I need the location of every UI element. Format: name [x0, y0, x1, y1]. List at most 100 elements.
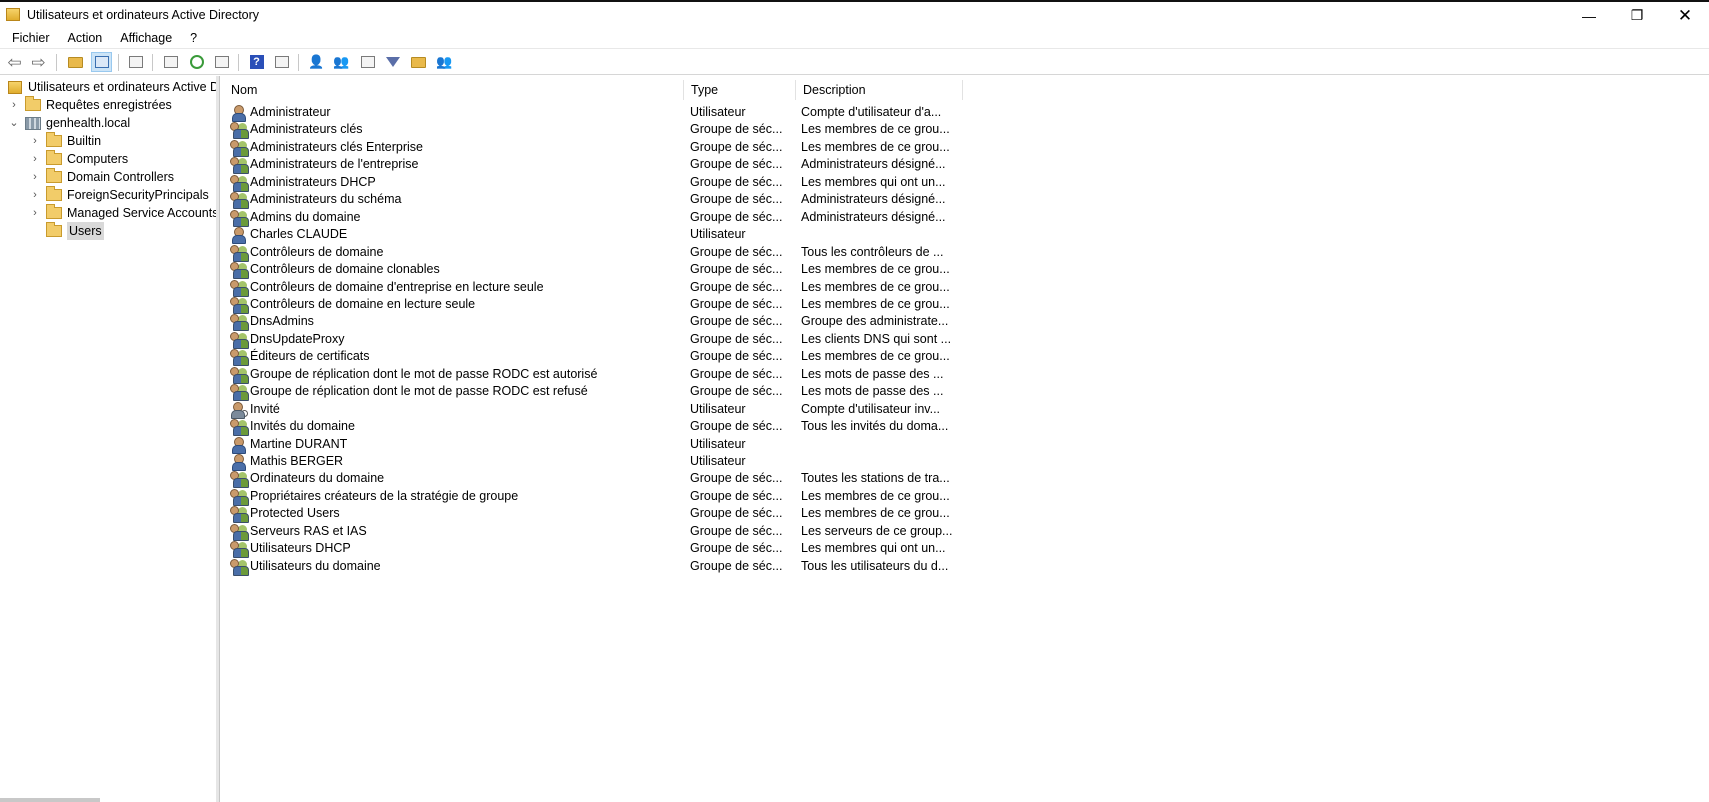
tree-item-label: Domain Controllers [67, 170, 174, 184]
column-header-description[interactable]: Description [796, 80, 963, 100]
list-row[interactable]: Groupe de réplication dont le mot de pas… [230, 365, 970, 384]
tree-root[interactable]: Utilisateurs et ordinateurs Active Direc… [8, 78, 219, 96]
list-row[interactable]: Invités du domaine Groupe de séc... Tous l… [230, 417, 970, 437]
restore-button[interactable]: ❐ [1614, 2, 1660, 29]
group-icon [230, 192, 249, 210]
toolbar-separator [238, 54, 239, 71]
menu-fichier[interactable]: Fichier [6, 29, 56, 48]
chevron-right-icon[interactable]: › [29, 186, 41, 204]
arrow-right-icon: ⇨ [31, 52, 46, 72]
list-row-type: Groupe de séc... [690, 523, 783, 538]
show-hide-tree-button[interactable] [91, 52, 112, 72]
menu-action[interactable]: Action [62, 29, 109, 48]
list-row-description: Les mots de passe des ... [801, 384, 944, 399]
list-row[interactable]: DnsAdmins Groupe de séc... Groupe des admi… [230, 312, 970, 332]
tree-item[interactable]: ⌄ genhealth.local [8, 114, 130, 132]
clipboard-button[interactable] [125, 52, 146, 72]
user-icon [230, 436, 248, 454]
add-to-group-button[interactable]: 👥 [434, 52, 455, 72]
toolbar-separator [118, 54, 119, 71]
column-header-type[interactable]: Type [684, 80, 796, 100]
properties-icon [163, 56, 178, 68]
properties-button[interactable] [160, 52, 181, 72]
list-row[interactable]: Serveurs RAS et IAS Groupe de séc... Les s… [230, 522, 970, 541]
help-button[interactable]: ? [246, 52, 267, 72]
filter-button[interactable] [382, 52, 403, 72]
list-row[interactable]: Administrateurs clés Groupe de séc... Les … [230, 120, 970, 140]
tree-item[interactable]: › Requêtes enregistrées [8, 96, 172, 114]
export-list-button[interactable] [211, 52, 232, 72]
list-row[interactable]: Mathis BERGER Utilisateur [230, 452, 970, 471]
list-row[interactable]: Charles CLAUDE Utilisateur [230, 225, 970, 245]
list-row[interactable]: Éditeurs de certificats Groupe de séc... L… [230, 347, 970, 367]
menu-affichage[interactable]: Affichage [114, 29, 178, 48]
new-ou-button[interactable] [357, 52, 378, 72]
list-row[interactable]: Utilisateurs DHCP Groupe de séc... Les mem… [230, 539, 970, 559]
tree-item[interactable]: › Builtin [29, 132, 101, 150]
list-row[interactable]: Administrateurs DHCP Groupe de séc... Les … [230, 173, 970, 192]
list-row[interactable]: Utilisateurs du domaine Groupe de séc... T… [230, 557, 970, 576]
list-row[interactable]: Admins du domaine Groupe de séc... Adminis… [230, 208, 970, 227]
list-row[interactable]: Propriétaires créateurs de la stratégie … [230, 487, 970, 506]
list-row[interactable]: Contrôleurs de domaine Groupe de séc... To… [230, 243, 970, 262]
group-icon [230, 488, 249, 506]
list-row[interactable]: Contrôleurs de domaine en lecture seule G… [230, 295, 970, 314]
list-row[interactable]: Contrôleurs de domaine d'entreprise en l… [230, 278, 970, 297]
list-row-description: Les membres de ce grou... [801, 296, 950, 311]
list-row[interactable]: Groupe de réplication dont le mot de pas… [230, 382, 970, 402]
forward-button[interactable]: ⇨ [28, 52, 49, 72]
list-row[interactable]: Invité Utilisateur Compte d'utilisateur in… [230, 400, 970, 419]
back-button[interactable]: ⇦ [4, 52, 25, 72]
list-row[interactable]: Administrateur Utilisateur Compte d'utilis… [230, 103, 970, 122]
list-row-type: Groupe de séc... [690, 366, 783, 381]
list-row-name: Admins du domaine [250, 209, 361, 224]
new-user-icon: 👤 [308, 54, 325, 69]
chevron-right-icon[interactable]: › [29, 150, 41, 168]
list-row-name: Contrôleurs de domaine [250, 244, 384, 259]
new-group-button[interactable]: 👥 [331, 52, 352, 72]
chevron-down-icon[interactable]: ⌄ [8, 114, 20, 132]
new-user-button[interactable]: 👤 [306, 52, 327, 72]
list-row[interactable]: Administrateurs clés Enterprise Groupe de… [230, 138, 970, 157]
list-row[interactable]: Ordinateurs du domaine Groupe de séc... To… [230, 469, 970, 489]
list-row[interactable]: Contrôleurs de domaine clonables Groupe d… [230, 260, 970, 280]
tree-item[interactable]: › Domain Controllers [29, 168, 174, 186]
action-pane-button[interactable] [271, 52, 292, 72]
chevron-right-icon[interactable]: › [29, 168, 41, 186]
arrow-left-icon: ⇦ [7, 52, 22, 72]
list-row-description: Les serveurs de ce group... [801, 523, 953, 538]
list-row-description: Les membres de ce grou... [801, 349, 950, 364]
list-row[interactable]: Administrateurs de l'entreprise Groupe de… [230, 155, 970, 175]
chevron-right-icon[interactable]: › [29, 204, 41, 222]
list-row[interactable]: Protected Users Groupe de séc... Les membr… [230, 504, 970, 524]
find-icon [411, 56, 426, 68]
find-button[interactable] [408, 52, 429, 72]
list-row-type: Groupe de séc... [690, 419, 783, 434]
tree-item-label: Users [67, 222, 104, 240]
tree-item[interactable]: Users [29, 222, 104, 240]
group-icon [230, 209, 249, 227]
column-header-name[interactable]: Nom [224, 80, 684, 100]
menu-help[interactable]: ? [184, 29, 203, 48]
group-icon [230, 279, 249, 297]
tree-item[interactable]: › Managed Service Accounts [29, 204, 218, 222]
disabled-badge-icon [241, 409, 248, 417]
minimize-button[interactable]: — [1566, 2, 1612, 29]
list-row[interactable]: DnsUpdateProxy Groupe de séc... Les client… [230, 330, 970, 349]
list-row-type: Groupe de séc... [690, 279, 783, 294]
list-row[interactable]: Martine DURANT Utilisateur [230, 435, 970, 454]
chevron-right-icon[interactable]: › [29, 132, 41, 150]
tree-item[interactable]: › ForeignSecurityPrincipals [29, 186, 209, 204]
tree-item[interactable]: › Computers [29, 150, 128, 168]
list-row-type: Groupe de séc... [690, 244, 783, 259]
list-row-name: Propriétaires créateurs de la stratégie … [250, 488, 519, 503]
list-row-name: Administrateurs clés [250, 122, 363, 137]
list-row-type: Groupe de séc... [690, 314, 783, 329]
close-button[interactable]: ✕ [1662, 2, 1708, 29]
list-row[interactable]: Administrateurs du schéma Groupe de séc..… [230, 190, 970, 210]
tree-horizontal-scrollbar[interactable] [0, 798, 100, 802]
refresh-button[interactable] [186, 52, 207, 72]
chevron-right-icon[interactable]: › [8, 96, 20, 114]
folder-icon [46, 132, 62, 147]
up-level-button[interactable] [65, 52, 86, 72]
